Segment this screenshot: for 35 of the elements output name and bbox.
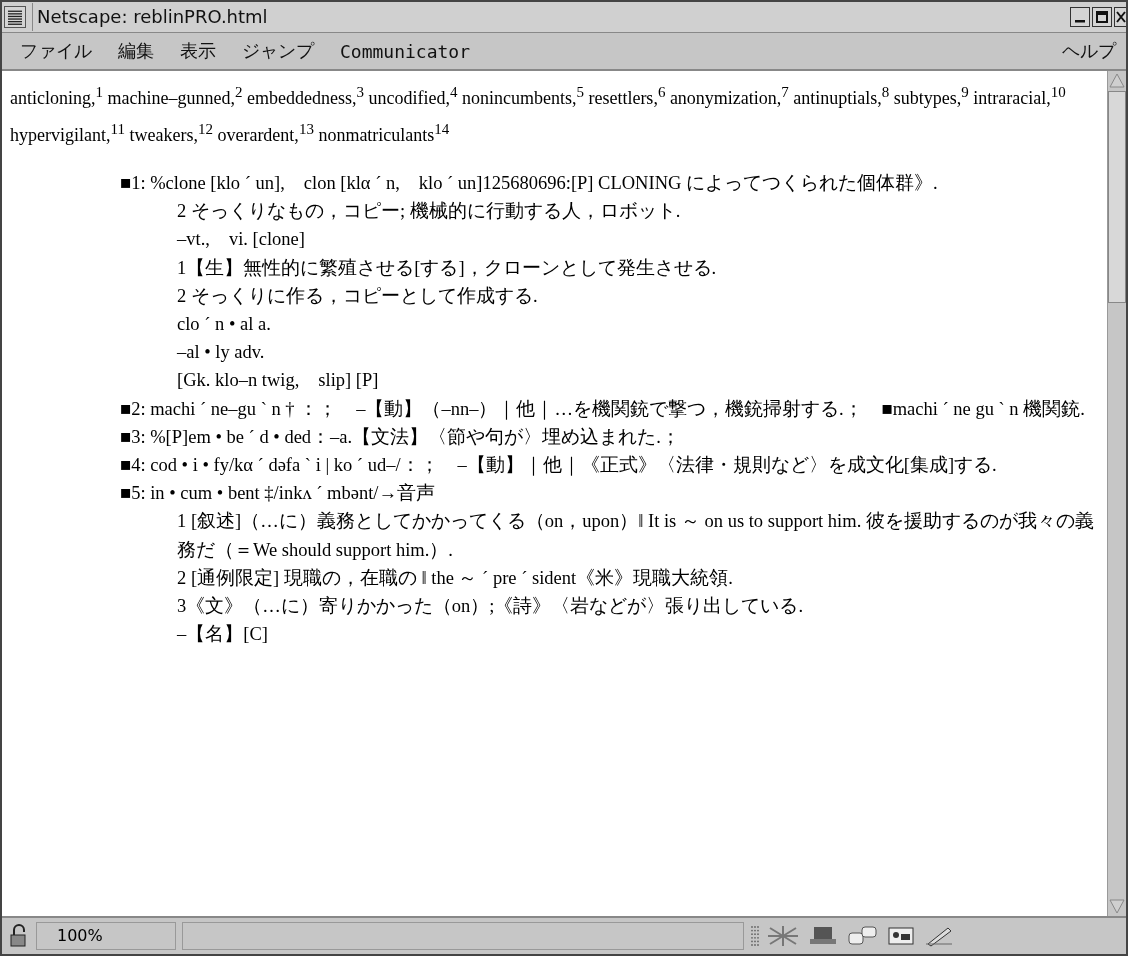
zoom-level: 100% bbox=[36, 922, 176, 950]
menu-item[interactable]: ジャンプ bbox=[242, 39, 314, 63]
entry-sense-text: 2 [通例限定] 現職の，在職の ‖ the ～ ´ pre ´ sident《米》現職大統領. bbox=[177, 566, 734, 590]
entry-sense-text: [Gk. klo–n twig, slip] [P] bbox=[177, 369, 380, 393]
vertical-scrollbar[interactable] bbox=[1107, 71, 1126, 916]
entry-headword-text: ■1: %clone [klo ´ un], clon [klα ´ n, klo ´ un]125680696:[P] CLONING によってつくられた個体群》. bbox=[120, 172, 939, 195]
close-icon[interactable] bbox=[1114, 7, 1126, 27]
minimize-icon[interactable] bbox=[1070, 7, 1090, 27]
menu-item[interactable]: Communicator bbox=[340, 40, 471, 62]
window-title: Netscape: reblinPRO.html bbox=[32, 3, 1064, 31]
word-list: anticloning,$^{1}$ machine–gunned,$^{2}$ embeddedness,$^{3}$ uncodified,$^{4}$ nonincumbents,$^{5}$ resettlers,$^{6}$ anonymization,$^{7}$ antinuptials,$^{8}$ subtypes,$^{9}$ intraracial,$^{10}$ hypervigilant,$^{11}$ tweakers,$^{12}$ overardent,$^{13}$ nonmatriculants$^{14}$ bbox=[10, 77, 1097, 151]
scroll-thumb[interactable] bbox=[1108, 91, 1126, 303]
entry-headword-text: ■5: in • cum • bent ‡/inkʌ ´ mbənt/→音声 bbox=[120, 482, 436, 506]
entry-sense-text: 3《文》（…に）寄りかかった（on）;《詩》〈岩などが〉張り出している. bbox=[177, 595, 804, 619]
chat-icon[interactable] bbox=[846, 924, 880, 948]
entry-headword-text: ■3: %[P]em • be ´ d • ded：–a.【文法】〈節や句が〉埋め込まれた.； bbox=[120, 425, 681, 449]
entry-sense-text: –al • ly adv. bbox=[177, 341, 266, 365]
menu-item[interactable]: 表示 bbox=[180, 39, 216, 63]
entry-sense-text: 2 そっくりなもの，コピー; 機械的に行動する人，ロボット. bbox=[177, 200, 682, 224]
entry-sense-text: 1 [叙述]（…に）義務としてかかってくる（on，upon）‖ It is ～ on us to support him. 彼を援助するのが我々の義務だ（＝We should support him.）. bbox=[177, 510, 1095, 562]
entry-sense-text: clo ´ n • al a. bbox=[177, 313, 272, 336]
network-icon[interactable] bbox=[766, 924, 800, 948]
entry-sense-text: 1【生】無性的に繁殖させる[する]，クローンとして発生させる. bbox=[177, 256, 718, 280]
window-menu-icon[interactable] bbox=[4, 6, 26, 28]
entry-sense-text: –vt., vi. [clone] bbox=[177, 228, 306, 252]
maximize-icon[interactable] bbox=[1092, 7, 1112, 27]
menu-item[interactable]: ファイル bbox=[20, 39, 92, 63]
entry-headword-text: ■4: cod • i • fy/kα ´ dəfa ` i | ko ´ ud–/：； –【動】｜他｜《正式》〈法律・規則など〉を成文化[集成]する. bbox=[120, 454, 998, 478]
menu-item[interactable]: ヘルプ bbox=[1062, 39, 1116, 63]
entry-sense-text: –【名】[C] bbox=[177, 623, 269, 647]
entry-headword-text: ■2: machi ´ ne–gu ` n † ：； –【動】（–nn–）｜他｜…を機関銃で撃つ，機銃掃射する.； ■machi ´ ne gu ` n 機関銃. bbox=[120, 397, 1086, 422]
menu-item[interactable]: 編集 bbox=[118, 39, 154, 63]
entry-sense-text: 2 そっくりに作る，コピーとして作成する. bbox=[177, 284, 539, 308]
grip-icon bbox=[750, 924, 760, 948]
address-card-icon[interactable] bbox=[886, 924, 916, 948]
